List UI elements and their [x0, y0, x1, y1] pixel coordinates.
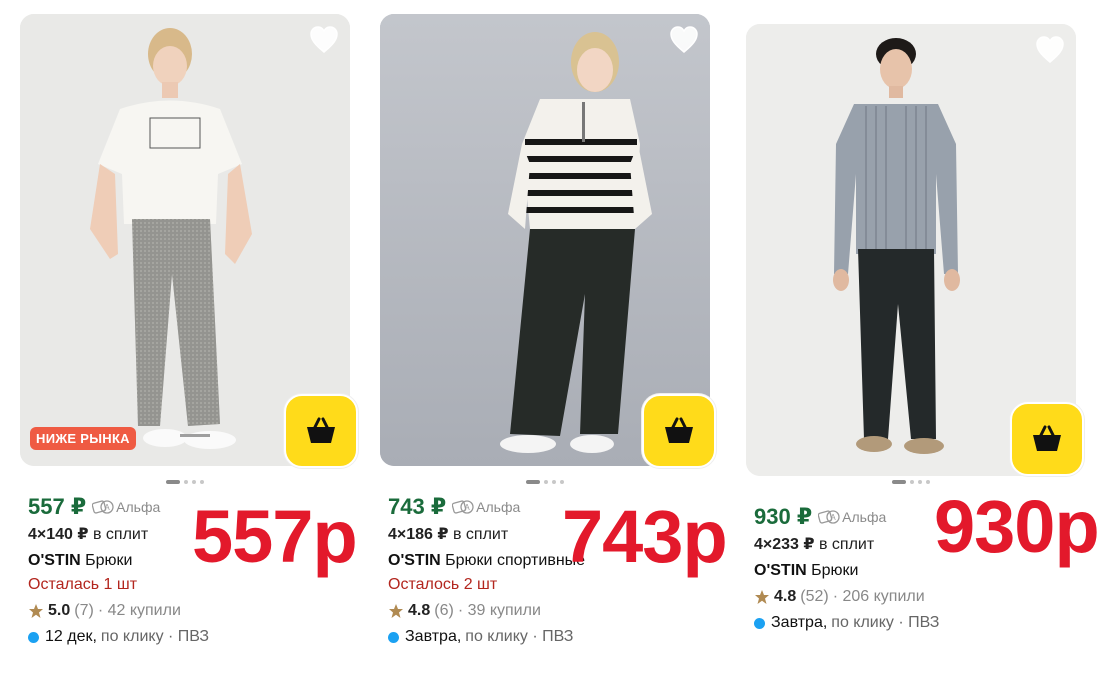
delivery-dot-icon: [28, 631, 39, 643]
star-icon: [29, 604, 43, 618]
stock-remaining: Осталось 2 шт: [388, 576, 498, 593]
add-to-cart-button[interactable]: [284, 394, 358, 468]
product-name: Брюки: [85, 552, 133, 569]
overlay-price: 930р: [934, 485, 1099, 568]
delivery-dot-icon: [388, 631, 399, 643]
photo-pagination-dots: [892, 480, 930, 486]
add-to-cart-button[interactable]: [642, 394, 716, 468]
product-card[interactable]: НИЖЕ РЫНКА 557 ₽ A Альфа 4×140 ₽ в сплит…: [20, 14, 360, 671]
favorite-heart-icon[interactable]: [668, 24, 700, 56]
product-name: Брюки: [811, 562, 859, 579]
product-card[interactable]: 743 ₽ A Альфа 4×186 ₽ в сплит O'STIN Брю…: [380, 14, 728, 671]
alfa-bank-icon: A: [92, 500, 114, 514]
brand-name: O'STIN: [28, 552, 81, 569]
brand-name: O'STIN: [388, 552, 441, 569]
price: 743 ₽: [388, 494, 447, 519]
photo-pagination-dots: [166, 480, 204, 486]
price: 930 ₽: [754, 504, 813, 529]
favorite-heart-icon[interactable]: [308, 24, 340, 56]
alfa-cashback: A Альфа: [92, 499, 160, 515]
delivery-info: Завтра, по клику · ПВЗ: [754, 612, 1074, 634]
delivery-dot-icon: [754, 617, 765, 629]
overlay-price: 743р: [562, 495, 728, 578]
basket-icon: [307, 417, 335, 443]
rating: 4.8 (6) · 39 купили: [388, 600, 708, 622]
product-card[interactable]: 930 ₽ A Альфа 4×233 ₽ в сплит O'STIN Брю…: [746, 24, 1099, 681]
basket-icon: [1033, 425, 1061, 451]
favorite-heart-icon[interactable]: [1034, 34, 1066, 66]
star-icon: [389, 604, 403, 618]
svg-text:A: A: [104, 503, 110, 512]
basket-icon: [665, 417, 693, 443]
alfa-cashback: A Альфа: [452, 499, 520, 515]
star-icon: [755, 590, 769, 604]
svg-text:A: A: [464, 503, 470, 512]
delivery-info: Завтра, по клику · ПВЗ: [388, 626, 708, 648]
below-market-badge: НИЖЕ РЫНКА: [30, 427, 136, 450]
alfa-cashback: A Альфа: [818, 509, 886, 525]
rating: 4.8 (52) · 206 купили: [754, 586, 1074, 608]
alfa-bank-icon: A: [818, 510, 840, 524]
brand-name: O'STIN: [754, 562, 807, 579]
delivery-info: 12 дек, по клику · ПВЗ: [28, 626, 348, 648]
price: 557 ₽: [28, 494, 87, 519]
stock-remaining: Осталась 1 шт: [28, 576, 138, 593]
rating: 5.0 (7) · 42 купили: [28, 600, 348, 622]
photo-pagination-dots: [526, 480, 564, 486]
svg-text:A: A: [830, 513, 836, 522]
add-to-cart-button[interactable]: [1010, 402, 1084, 476]
overlay-price: 557р: [192, 495, 358, 578]
alfa-bank-icon: A: [452, 500, 474, 514]
